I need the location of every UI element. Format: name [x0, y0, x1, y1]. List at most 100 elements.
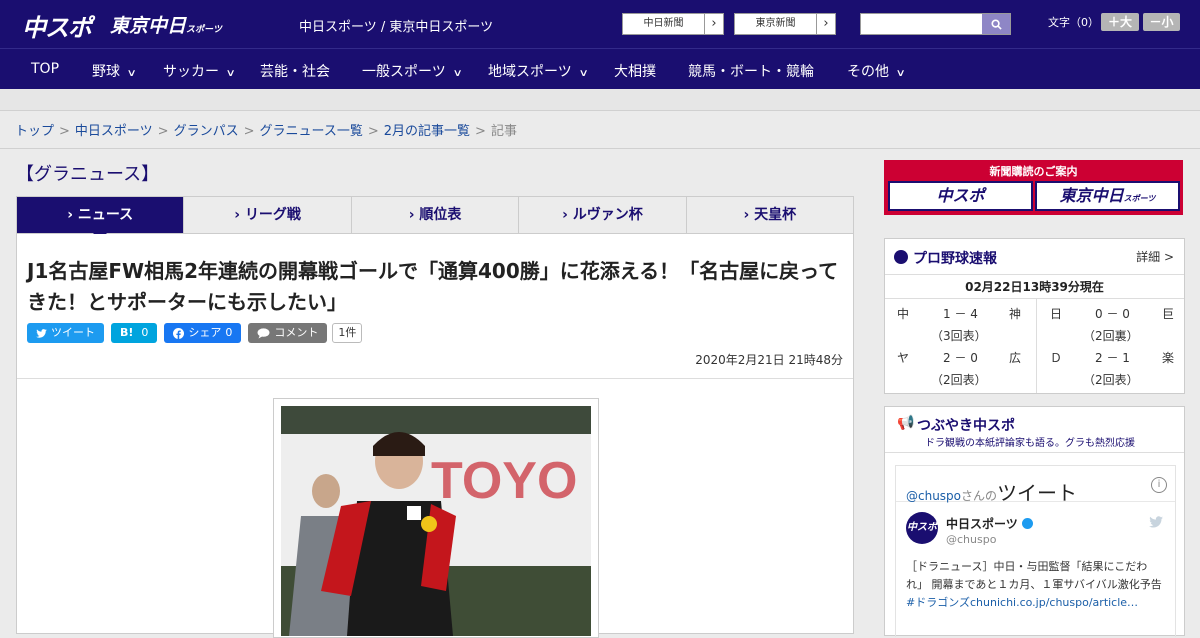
nav-item-entertainment[interactable]: 芸能・社会	[260, 61, 330, 81]
divider	[17, 378, 853, 379]
info-icon[interactable]: i	[1151, 477, 1167, 493]
game-inning: （3回表）	[931, 329, 987, 343]
search-icon	[990, 18, 1002, 30]
team-away: 神	[1009, 307, 1022, 321]
tokyo-logo-text: 東京中日	[110, 15, 187, 37]
tokyo-shimbun-button[interactable]: 東京新聞 ›	[734, 13, 836, 35]
team-home: Ｄ	[1050, 351, 1063, 365]
account-handle[interactable]: @chuspo	[946, 533, 996, 546]
chunichi-shimbun-label: 中日新聞	[623, 14, 705, 34]
breadcrumb-link[interactable]: グランパス	[174, 124, 239, 139]
subscription-banner[interactable]: 新聞購読のご案内 中スポ 東京中日スポーツ	[884, 160, 1183, 215]
site-name[interactable]: 中日スポーツ / 東京中日スポーツ	[299, 16, 493, 35]
chevron-right-icon: ›	[711, 16, 717, 31]
article-photo[interactable]: TOYO	[273, 398, 599, 638]
nav-item-soccer[interactable]: サッカー ∨	[163, 61, 236, 81]
tab-emperors-cup[interactable]: › 天皇杯	[685, 197, 853, 233]
chevron-right-icon: ›	[823, 16, 829, 31]
megaphone-icon: 📢	[897, 415, 915, 431]
search-box	[860, 13, 1011, 35]
top-header: 中スポ 東京中日スポーツ 中日スポーツ / 東京中日スポーツ 中日新聞 › 東京…	[0, 0, 1200, 48]
game-score: 2 － 0	[943, 351, 978, 365]
comment-label: コメント	[274, 326, 319, 339]
twitter-icon	[36, 328, 47, 338]
nav-item-other[interactable]: その他 ∨	[847, 61, 906, 81]
breadcrumb-separator: >	[157, 124, 169, 139]
nav-item-baseball[interactable]: 野球 ∨	[92, 61, 137, 81]
timeline-handle-link[interactable]: @chuspo	[906, 489, 961, 503]
comment-group: コメント 1件	[248, 323, 363, 343]
chuspo-subscribe-button[interactable]: 中スポ	[888, 181, 1033, 211]
game-inning: （2回表）	[931, 373, 987, 387]
tweet-link[interactable]: #ドラゴンズchunichi.co.jp/chuspo/article…	[906, 596, 1138, 609]
photo-illustration: TOYO	[281, 406, 591, 636]
breadcrumb-link[interactable]: グラニュース一覧	[260, 124, 363, 139]
breadcrumb-separator: >	[367, 124, 379, 139]
chevron-right-icon: ›	[408, 207, 420, 223]
pro-baseball-scores: プロ野球速報 詳細 > 02月22日13時39分現在 中 1 － 4 神 （3回…	[884, 238, 1185, 394]
breadcrumb-link[interactable]: 2月の記事一覧	[384, 124, 470, 139]
svg-text:TOYO: TOYO	[431, 452, 577, 510]
chevron-right-icon: ›	[67, 207, 78, 223]
chevron-right-icon: ›	[743, 207, 755, 223]
team-home: 中	[897, 307, 910, 321]
breadcrumb-link[interactable]: 中日スポーツ	[75, 124, 153, 139]
nav-label: TOP	[31, 61, 60, 77]
ad-strip	[0, 89, 1200, 111]
game-score: 2 － 1	[1095, 351, 1130, 365]
font-larger-button[interactable]: ＋大	[1101, 13, 1139, 31]
search-input[interactable]	[861, 14, 981, 34]
article-date: 2020年2月21日 21時48分	[695, 353, 843, 367]
tweet-text: ［ドラニュース］中日・与田監督「結果にこだわれ」 開幕まであと１カ月、１軍サバイ…	[906, 558, 1164, 612]
tab-league[interactable]: › リーグ戦	[183, 197, 350, 233]
tab-label: ニュース	[77, 207, 134, 223]
team-home: 日	[1050, 307, 1063, 321]
tokyo-chunichi-subscribe-button[interactable]: 東京中日スポーツ	[1035, 181, 1180, 211]
facebook-share-button[interactable]: シェア 0	[164, 323, 242, 343]
breadcrumb: トップ > 中日スポーツ > グランパス > グラニュース一覧 >2月の記事一覧 > 記事	[15, 120, 517, 139]
tokyo-chunichi-logo[interactable]: 東京中日スポーツ	[110, 11, 222, 38]
hatena-bookmark-button[interactable]: B! 0	[111, 323, 158, 343]
avatar[interactable]: 中スポ	[906, 512, 938, 544]
player-photo: TOYO	[281, 406, 591, 636]
comment-button[interactable]: コメント	[248, 323, 328, 343]
timeline-header: @chuspoさんのツイート i	[896, 466, 1175, 505]
nav-item-keiba[interactable]: 競馬・ボート・競輪	[688, 61, 814, 81]
nav-item-sumo[interactable]: 大相撲	[614, 61, 656, 81]
breadcrumb-link[interactable]: トップ	[15, 124, 54, 139]
search-button[interactable]	[982, 14, 1010, 34]
account-name[interactable]: 中日スポーツ	[946, 515, 1033, 532]
baseball-header: プロ野球速報 詳細 >	[885, 239, 1184, 275]
tweet-body: ［ドラニュース］中日・与田監督「結果にこだわれ」 開幕まであと１カ月、１軍サバイ…	[906, 560, 1162, 591]
facebook-icon	[173, 327, 185, 339]
tweet-button[interactable]: ツイート	[27, 323, 104, 343]
baseball-detail-link[interactable]: 詳細 >	[1136, 248, 1174, 265]
article: J1名古屋FW相馬2年連続の開幕戦ゴールで「通算400勝」に花添える！「名古屋に…	[16, 234, 854, 638]
nav-item-general-sports[interactable]: 一般スポーツ ∨	[362, 61, 463, 81]
font-size-label: 文字（0）	[1048, 16, 1099, 29]
tab-news[interactable]: › ニュース	[17, 197, 184, 240]
nav-item-regional-sports[interactable]: 地域スポーツ ∨	[488, 61, 589, 81]
divider	[0, 148, 1200, 149]
breadcrumb-current: 記事	[490, 124, 517, 139]
comment-count[interactable]: 1件	[332, 323, 363, 343]
tab-levain-cup[interactable]: › ルヴァン杯	[518, 197, 685, 233]
subscription-title: 新聞購読のご案内	[989, 165, 1078, 178]
tweet-button-label: ツイート	[51, 326, 95, 339]
tab-standings[interactable]: › 順位表	[350, 197, 518, 233]
nav-label: 競馬・ボート・競輪	[688, 64, 814, 80]
baseball-icon	[894, 250, 908, 264]
nav-label: 野球	[92, 64, 120, 80]
global-nav: TOP 野球 ∨ サッカー ∨ 芸能・社会 一般スポーツ ∨ 地域スポーツ ∨ 大相撲 …	[0, 48, 1200, 89]
chevron-down-icon: ∨	[225, 68, 236, 79]
twitter-icon[interactable]	[1149, 516, 1163, 531]
tab-label: リーグ戦	[244, 207, 301, 223]
nav-item-top[interactable]: TOP	[31, 61, 59, 77]
baseball-timestamp: 02月22日13時39分現在	[885, 275, 1184, 299]
chuspo-logo[interactable]: 中スポ	[22, 8, 92, 43]
tab-label: 順位表	[419, 207, 462, 223]
font-smaller-button[interactable]: －小	[1143, 13, 1180, 31]
chevron-down-icon: ∨	[578, 68, 589, 79]
chunichi-shimbun-button[interactable]: 中日新聞 ›	[622, 13, 724, 35]
timeline-title: @chuspoさんのツイート	[906, 477, 1077, 506]
